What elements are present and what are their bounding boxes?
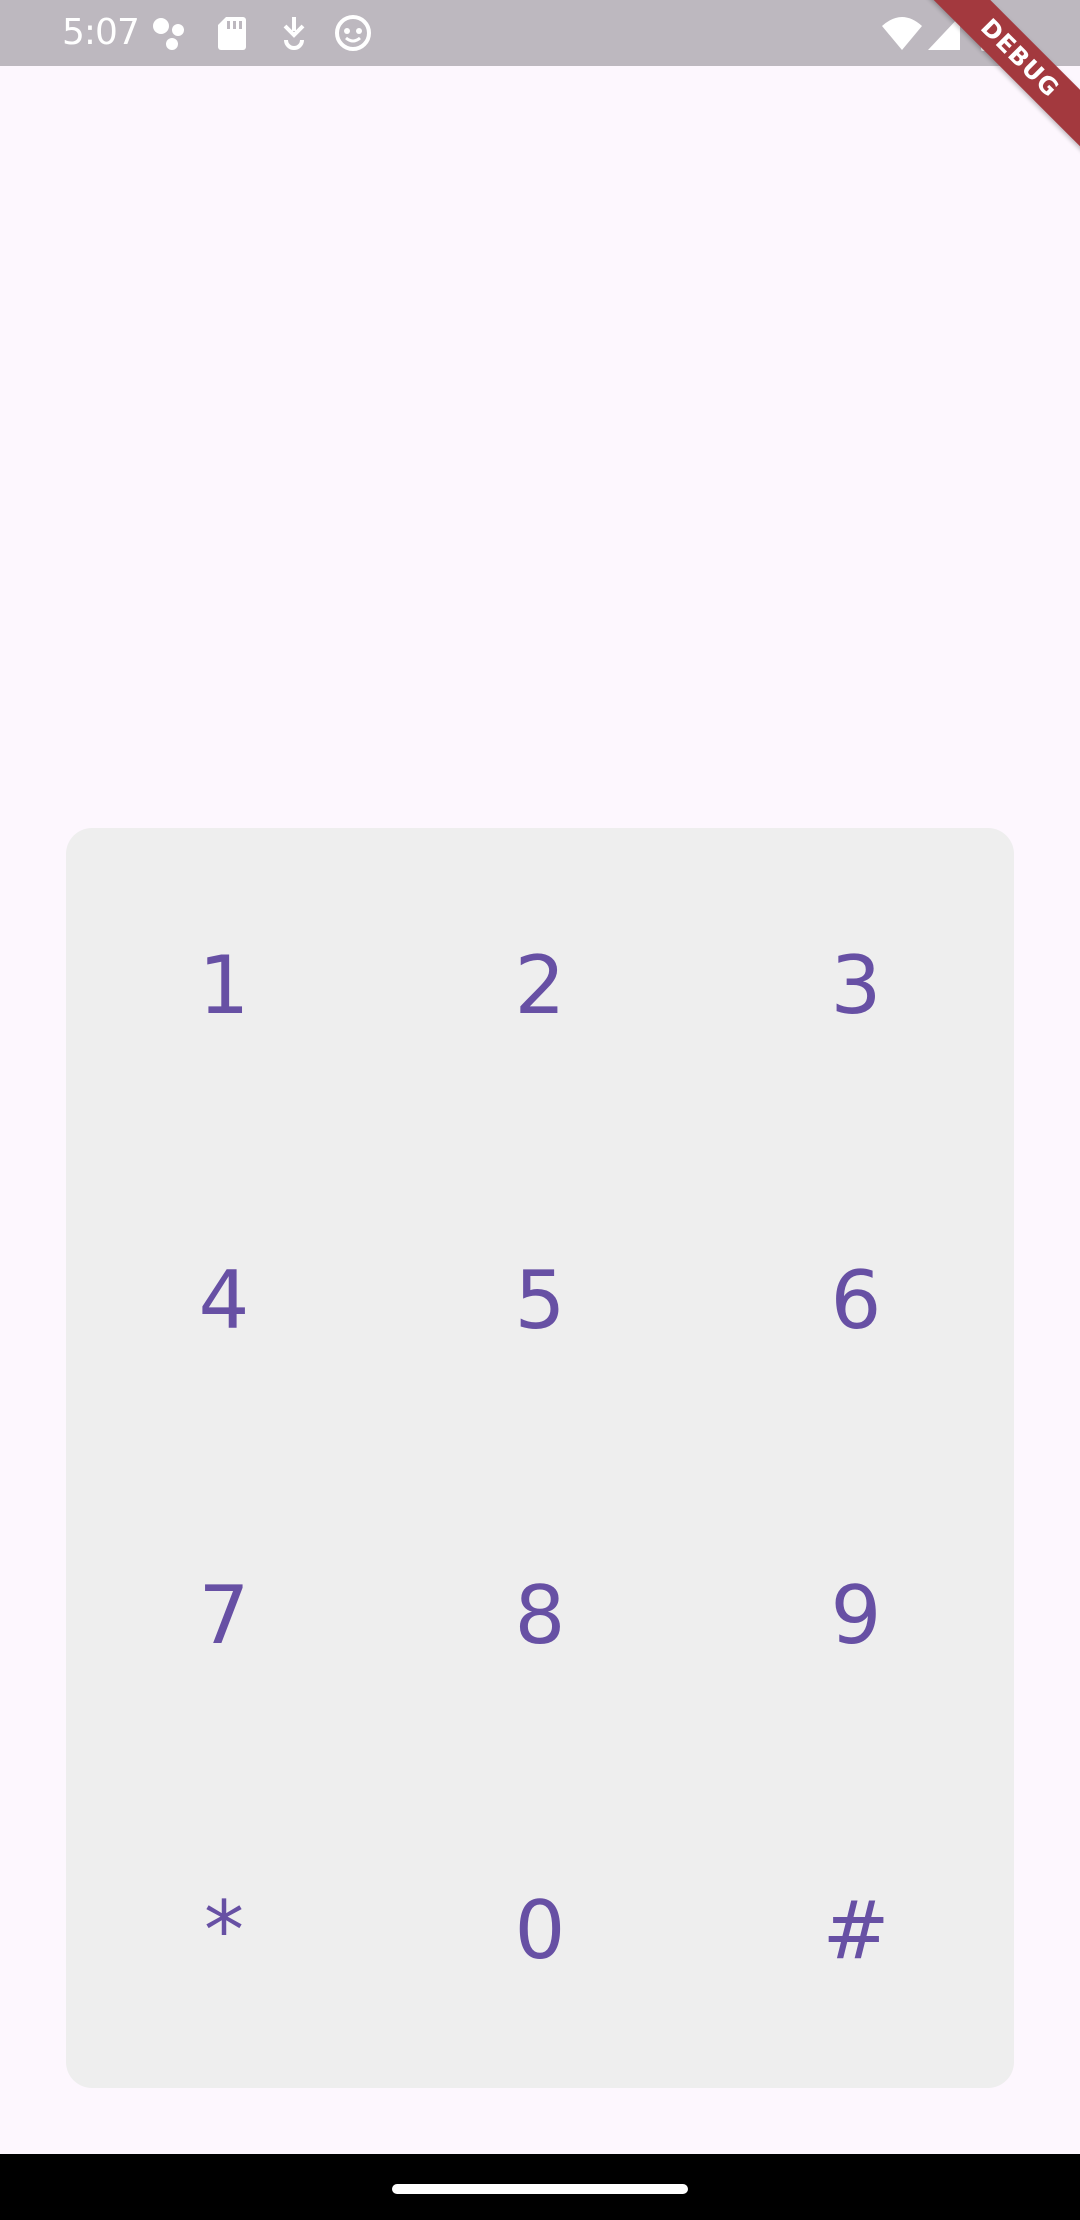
dial-key-0[interactable]: 0 [382, 1773, 698, 2088]
dial-key-star[interactable]: * [66, 1773, 382, 2088]
dial-key-hash[interactable]: # [698, 1773, 1014, 2088]
notification-dots-icon [153, 18, 184, 50]
dialpad: 1 2 3 4 5 6 7 8 9 * 0 # [66, 828, 1014, 2088]
dial-key-7[interactable]: 7 [66, 1458, 382, 1773]
battery-icon [981, 15, 1001, 51]
status-bar: 5:07 [0, 0, 1080, 66]
home-gesture-handle[interactable] [392, 2184, 688, 2194]
wifi-icon [882, 17, 922, 50]
dial-key-3[interactable]: 3 [698, 828, 1014, 1143]
sd-card-icon [218, 17, 246, 50]
dial-key-1[interactable]: 1 [66, 828, 382, 1143]
face-icon [335, 15, 371, 51]
navigation-bar [0, 2154, 1080, 2220]
dial-key-9[interactable]: 9 [698, 1458, 1014, 1773]
dial-key-4[interactable]: 4 [66, 1143, 382, 1458]
dial-key-2[interactable]: 2 [382, 828, 698, 1143]
download-icon [283, 17, 305, 50]
status-time: 5:07 [62, 12, 140, 53]
dial-key-5[interactable]: 5 [382, 1143, 698, 1458]
dial-key-6[interactable]: 6 [698, 1143, 1014, 1458]
signal-icon [928, 16, 960, 50]
dial-key-8[interactable]: 8 [382, 1458, 698, 1773]
